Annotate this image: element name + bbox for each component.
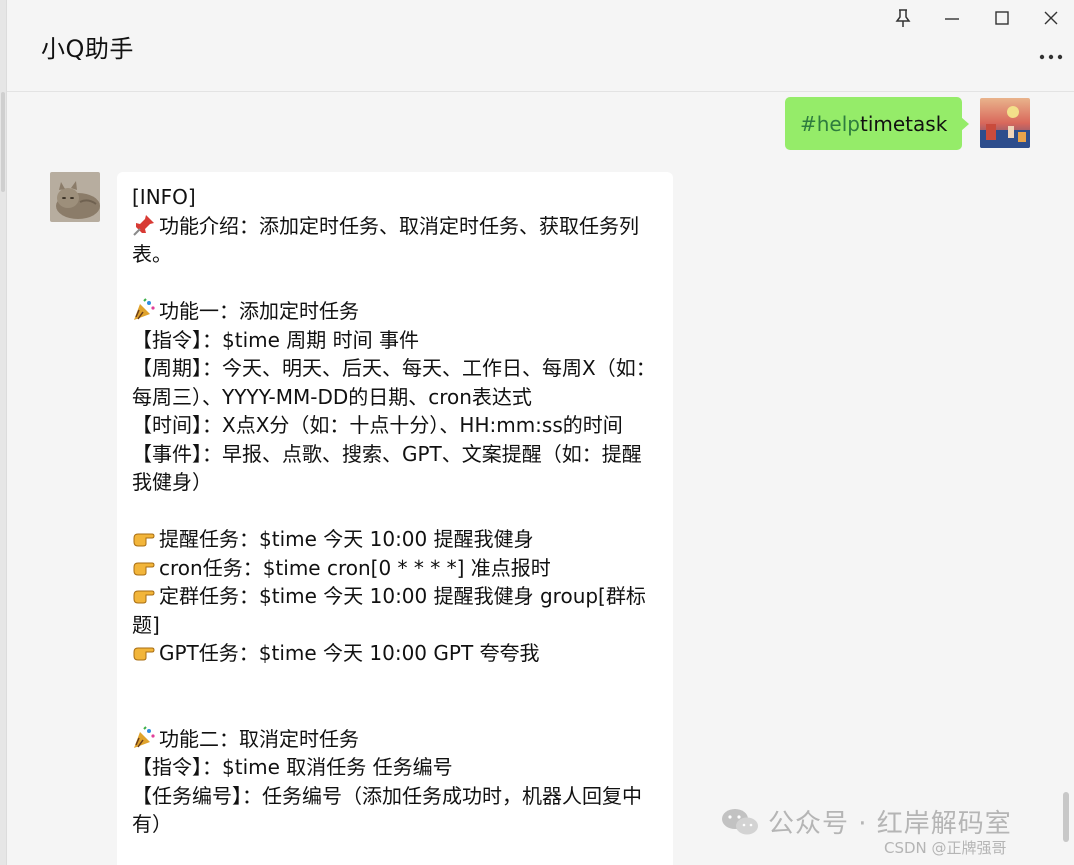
- maximize-button[interactable]: [988, 4, 1016, 32]
- party-popper-icon: [134, 725, 155, 748]
- pointing-hand-icon: [133, 562, 155, 575]
- example-group: 定群任务：$time 今天 10:00 提醒我健身 group[群标题]: [132, 582, 659, 639]
- example-cron: cron任务：$time cron[0 * * * *] 准点报时: [132, 554, 659, 583]
- example-reminder-text: 提醒任务：$time 今天 10:00 提醒我健身: [159, 527, 534, 551]
- bot-avatar[interactable]: [50, 172, 100, 222]
- user-message-bubble[interactable]: #help timetask: [785, 97, 970, 150]
- close-button[interactable]: [1037, 4, 1065, 32]
- pin-icon: [895, 9, 911, 27]
- intro-line: 功能介绍：添加定时任务、取消定时任务、获取任务列表。: [132, 212, 659, 269]
- more-button[interactable]: [1037, 47, 1065, 67]
- event-line: 【事件】：早报、点歌、搜索、GPT、文案提醒（如：提醒我健身）: [132, 441, 642, 495]
- task-id-line: 【任务编号】：任务编号（添加任务成功时，机器人回复中有）: [132, 783, 642, 837]
- feature-two-text: 功能二：取消定时任务: [159, 726, 359, 751]
- pointing-hand-icon: [133, 647, 155, 661]
- minimize-icon: [945, 18, 959, 20]
- example-reminder: 提醒任务：$time 今天 10:00 提醒我健身: [132, 525, 659, 554]
- source-credit: CSDN @正牌强哥: [884, 839, 1007, 857]
- left-scrollbar[interactable]: [0, 0, 7, 865]
- chat-title: 小Q助手: [41, 35, 134, 63]
- period-line: 【周期】：今天、明天、后天、每天、工作日、每周X（如：每周三）、YYYY-MM-…: [132, 356, 656, 409]
- bot-message-bubble[interactable]: [INFO] 功能介绍：添加定时任务、取消定时任务、获取任务列表。 功能一：添加…: [117, 172, 673, 865]
- example-group-text: 定群任务：$time 今天 10:00 提醒我健身 group[群标题]: [132, 584, 646, 637]
- pointing-hand-icon: [133, 590, 155, 604]
- time-line: 【时间】：X点X分（如：十点十分）、HH:mm:ss的时间: [132, 413, 623, 437]
- title-bar: 小Q助手: [7, 0, 1074, 92]
- user-avatar[interactable]: [980, 98, 1030, 148]
- wechat-icon: [722, 808, 758, 834]
- cancel-command-line: 【指令】：$time 取消任务 任务编号: [132, 755, 453, 779]
- more-icon: [1039, 54, 1063, 60]
- hashtag-text[interactable]: #help: [800, 112, 860, 136]
- maximize-icon: [995, 11, 1009, 25]
- cat-avatar-image: [50, 172, 100, 222]
- pointing-hand-icon: [133, 533, 155, 547]
- feature-one-heading: 功能一：添加定时任务: [132, 297, 659, 326]
- watermark-text: 公众号 · 红岸解码室: [768, 809, 1012, 839]
- example-gpt-text: GPT任务：$time 今天 10:00 GPT 夸夸我: [159, 641, 540, 665]
- watermark: 公众号 · 红岸解码室: [720, 803, 1012, 840]
- party-popper-icon: [134, 298, 155, 320]
- feature-two-heading: 功能二：取消定时任务: [132, 725, 659, 754]
- intro-text: 功能介绍：添加定时任务、取消定时任务、获取任务列表。: [132, 213, 639, 267]
- left-scrollbar-thumb[interactable]: [1, 92, 5, 192]
- close-icon: [1044, 11, 1058, 25]
- pin-button[interactable]: [889, 4, 917, 32]
- painting-avatar-image: [980, 98, 1030, 148]
- example-gpt: GPT任务：$time 今天 10:00 GPT 夸夸我: [132, 639, 659, 668]
- command-line: 【指令】：$time 周期 时间 事件: [132, 327, 419, 352]
- message-list[interactable]: #help timetask [INFO] 功能介绍：添加定时任务、取消定时任务…: [7, 92, 1074, 865]
- example-cron-text: cron任务：$time cron[0 * * * *] 准点报时: [159, 555, 551, 580]
- chat-window: 小Q助手 #help timetask [INFO] 功能介绍：添加定时任务、取…: [0, 0, 1074, 865]
- info-header: [INFO]: [132, 185, 196, 209]
- pushpin-icon: [133, 214, 154, 236]
- chat-scrollbar-thumb[interactable]: [1063, 792, 1069, 842]
- feature-one-text: 功能一：添加定时任务: [159, 299, 359, 323]
- minimize-button[interactable]: [938, 4, 966, 32]
- user-message-text: timetask: [860, 111, 948, 136]
